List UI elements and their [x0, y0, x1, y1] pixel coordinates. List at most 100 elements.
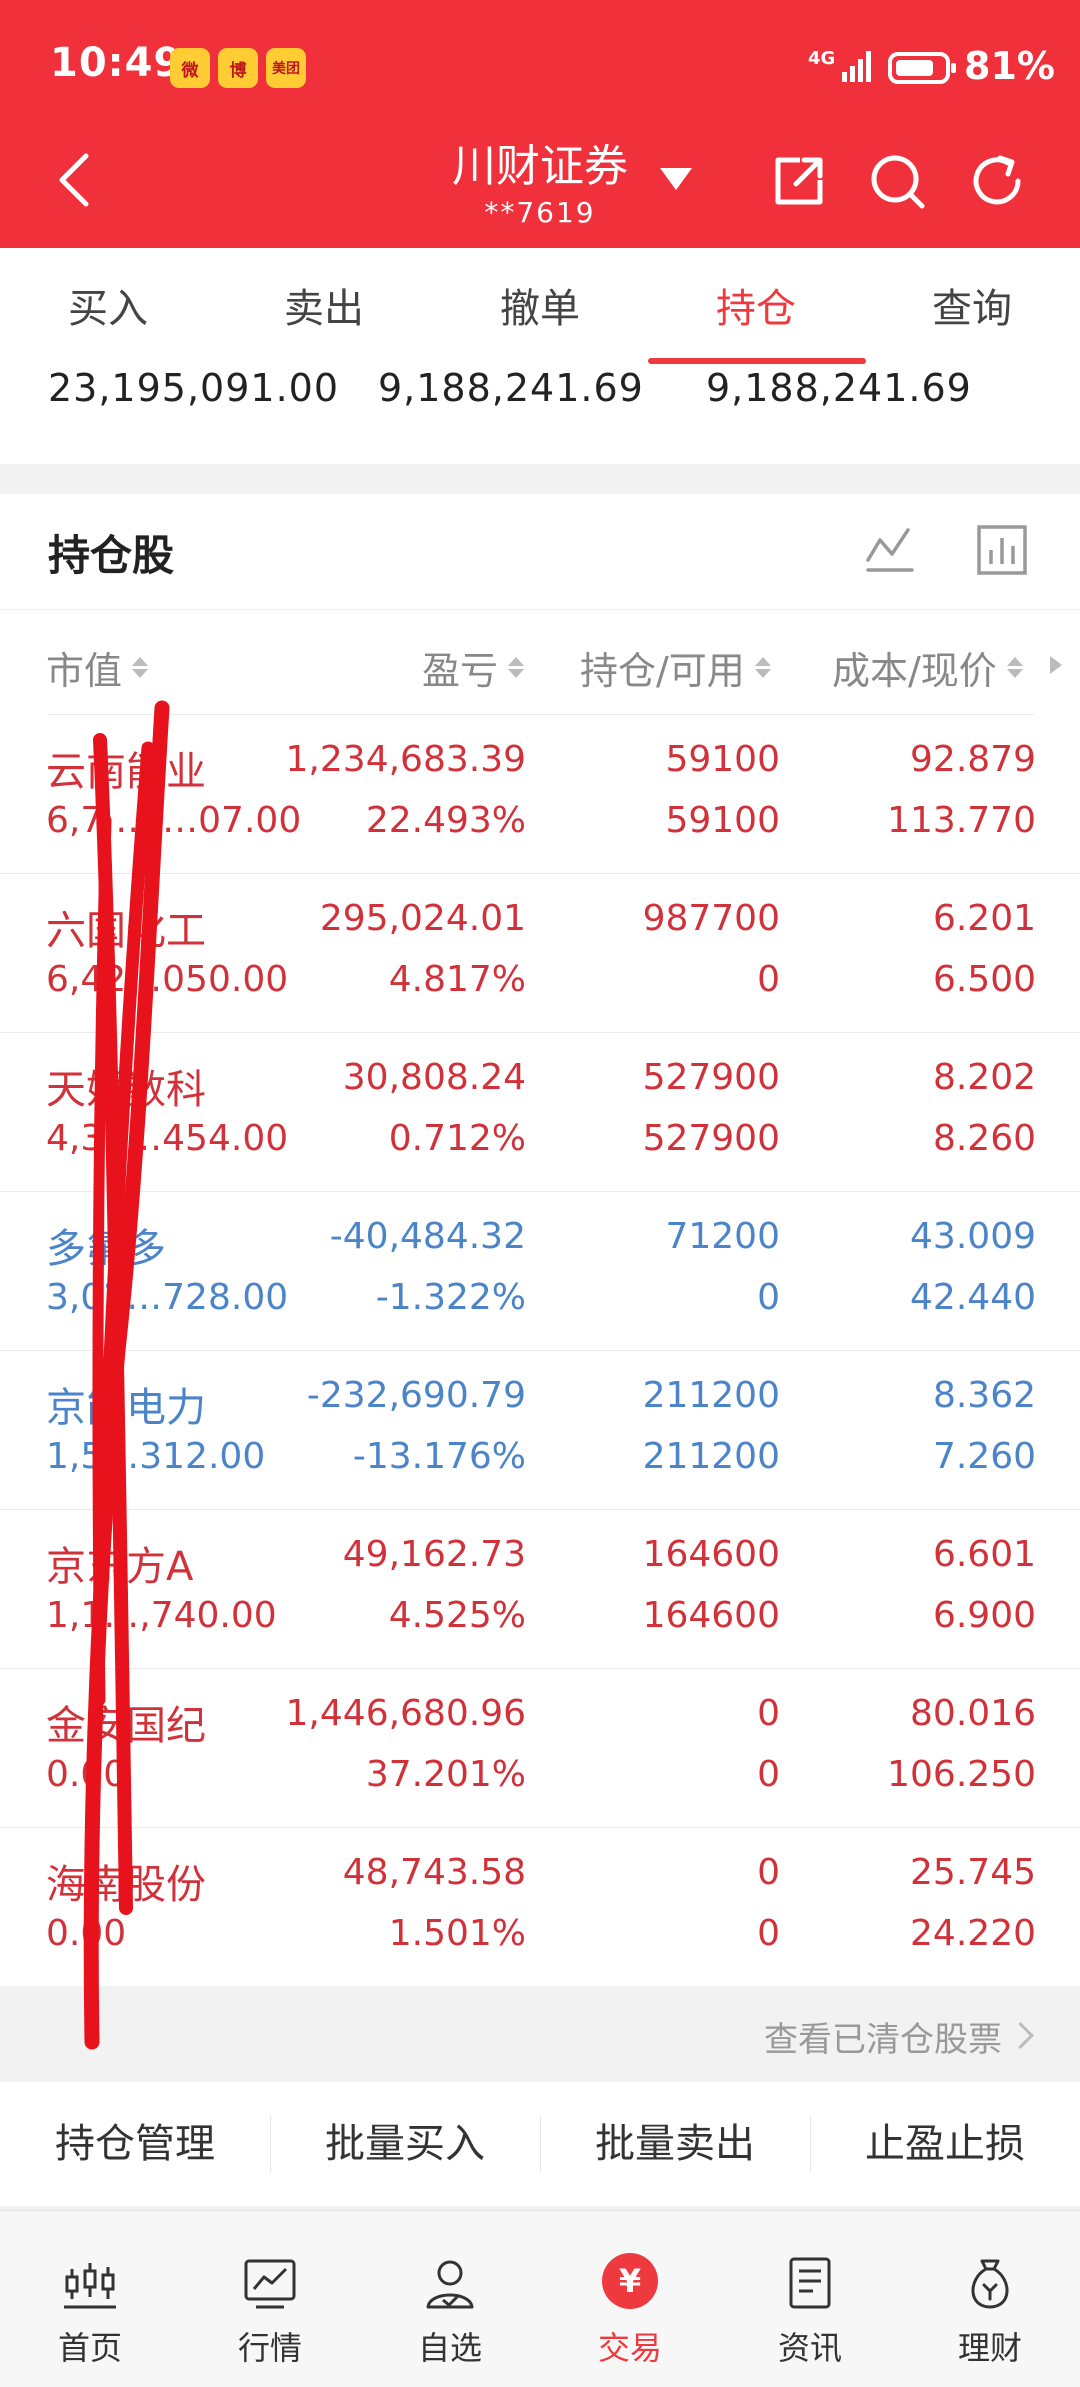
available-qty: 211200	[642, 1436, 780, 1477]
table-row[interactable]: 天娱数科 4,36…454.00 30,808.24 0.712% 527900 5279…	[0, 1033, 1080, 1192]
holding-qty: 164600	[642, 1534, 780, 1575]
search-icon[interactable]	[868, 152, 926, 210]
pnl-amount: 1,446,680.96	[285, 1693, 526, 1734]
pnl-percent: 4.817%	[388, 959, 526, 1000]
meituan-icon: 美团	[266, 48, 306, 88]
nav-label: 行情	[237, 2329, 302, 2367]
market-value: 1,5…312.00	[46, 1436, 266, 1477]
pnl-percent: 1.501%	[388, 1913, 526, 1954]
position-manage-button[interactable]: 持仓管理	[0, 2082, 270, 2206]
column-label: 成本/现价	[832, 649, 997, 693]
cost-price: 43.009	[910, 1216, 1036, 1257]
market-value: 4,36…454.00	[46, 1118, 289, 1159]
status-time: 10:49	[50, 40, 183, 86]
holding-qty: 0	[757, 1693, 780, 1734]
batch-sell-button[interactable]: 批量卖出	[540, 2082, 810, 2206]
refresh-icon[interactable]	[968, 152, 1026, 210]
tab-positions[interactable]: 持仓	[676, 276, 836, 334]
stock-name: 天娱数科	[46, 1067, 206, 1113]
column-holding-available[interactable]: 持仓/可用	[580, 640, 771, 695]
network-type: 4G	[808, 48, 836, 69]
tab-cancel[interactable]: 撤单	[460, 276, 620, 334]
cleared-stocks-row[interactable]: 查看已清仓股票	[0, 1986, 1080, 2082]
holding-qty: 59100	[665, 739, 780, 780]
table-row[interactable]: 京东方A 1,1…,740.00 49,162.73 4.525% 164600 1646…	[0, 1510, 1080, 1669]
available-qty: 0	[757, 1277, 780, 1318]
stock-name: 金安国纪	[46, 1703, 206, 1749]
available-qty: 0	[757, 1754, 780, 1795]
available-qty: 527900	[642, 1118, 780, 1159]
dropdown-caret-icon[interactable]	[660, 168, 692, 190]
tab-buy[interactable]: 买入	[28, 276, 188, 334]
asset-summary: 23,195,091.00 9,188,241.69 9,188,241.69	[0, 366, 1080, 464]
stock-name: 六国化工	[46, 908, 206, 954]
column-market-value[interactable]: 市值	[46, 640, 149, 695]
stock-name: 多氟多	[46, 1226, 166, 1272]
withdrawable-funds-value: 9,188,241.69	[706, 366, 972, 410]
pnl-amount: 295,024.01	[319, 898, 526, 939]
current-price: 113.770	[887, 800, 1036, 841]
available-qty: 0	[757, 959, 780, 1000]
nav-label: 首页	[57, 2329, 122, 2367]
available-qty: 59100	[665, 800, 780, 841]
cost-price: 92.879	[910, 739, 1036, 780]
table-row[interactable]: 云南能业 6,7…3…07.00 1,234,683.39 22.493% 59100 5…	[0, 715, 1080, 874]
market-value: 6,42…050.00	[46, 959, 289, 1000]
batch-buy-button[interactable]: 批量买入	[270, 2082, 540, 2206]
cleared-stocks-link[interactable]: 查看已清仓股票	[764, 2012, 1002, 2061]
active-tab-indicator	[648, 358, 866, 364]
current-price: 6.500	[932, 959, 1036, 1000]
holding-qty: 527900	[642, 1057, 780, 1098]
table-row[interactable]: 京能电力 1,5…312.00 -232,690.79 -13.176% 211200 2…	[0, 1351, 1080, 1510]
table-row[interactable]: 金安国纪 0.00 1,446,680.96 37.201% 0 0 80.016 106.2…	[0, 1669, 1080, 1828]
holdings-title: 持仓股	[48, 531, 175, 580]
bar-chart-icon[interactable]	[976, 524, 1028, 576]
cost-price: 80.016	[910, 1693, 1036, 1734]
current-price: 7.260	[932, 1436, 1036, 1477]
scroll-right-icon[interactable]	[1050, 656, 1062, 674]
person-check-icon	[426, 2260, 474, 2309]
pnl-amount: 30,808.24	[342, 1057, 526, 1098]
nav-news[interactable]: 资讯	[720, 2211, 900, 2387]
column-label: 市值	[46, 649, 123, 693]
nav-watchlist[interactable]: 自选	[360, 2211, 540, 2387]
table-row[interactable]: 多氟多 3,02…728.00 -40,484.32 -1.322% 71200 0 43.…	[0, 1192, 1080, 1351]
battery-percent: 81%	[964, 44, 1055, 88]
candlestick-icon	[64, 2263, 116, 2309]
column-label: 持仓/可用	[580, 649, 745, 693]
nav-home[interactable]: 首页	[0, 2211, 180, 2387]
share-icon[interactable]	[770, 152, 828, 210]
nav-market[interactable]: 行情	[180, 2211, 360, 2387]
market-value: 0.00	[46, 1913, 127, 1954]
column-cost-price[interactable]: 成本/现价	[832, 640, 1023, 695]
stock-name: 京能电力	[46, 1385, 206, 1431]
cost-price: 8.202	[932, 1057, 1036, 1098]
current-price: 6.900	[932, 1595, 1036, 1636]
cost-price: 6.601	[932, 1534, 1036, 1575]
weibo-icon: 博	[218, 48, 258, 88]
pnl-percent: 4.525%	[388, 1595, 526, 1636]
available-qty: 0	[757, 1913, 780, 1954]
current-price: 106.250	[887, 1754, 1036, 1795]
nav-wealth[interactable]: 理财	[900, 2211, 1080, 2387]
nav-label: 理财	[957, 2329, 1022, 2367]
table-row[interactable]: 海南股份 0.00 48,743.58 1.501% 0 0 25.745 24.220	[0, 1828, 1080, 1986]
pnl-amount: 1,234,683.39	[285, 739, 526, 780]
sort-icon	[754, 657, 771, 678]
nav-label: 资讯	[777, 2329, 842, 2367]
tab-sell[interactable]: 卖出	[244, 276, 404, 334]
nav-trade[interactable]: ¥ 交易	[540, 2211, 720, 2387]
position-actions: 持仓管理 批量买入 批量卖出 止盈止损	[0, 2082, 1080, 2206]
column-pnl[interactable]: 盈亏	[422, 640, 525, 695]
take-profit-stop-loss-button[interactable]: 止盈止损	[810, 2082, 1080, 2206]
signal-icon	[842, 51, 871, 82]
holdings-panel: 持仓股 市值 盈亏 持仓/可用 成本/现价 云南能业 6,7…3…07.00 1,2…	[0, 494, 1080, 1986]
column-label: 盈亏	[422, 649, 499, 693]
line-chart-icon[interactable]	[864, 524, 916, 576]
table-row[interactable]: 六国化工 6,42…050.00 295,024.01 4.817% 987700 0 6.…	[0, 874, 1080, 1033]
pnl-percent: -1.322%	[375, 1277, 526, 1318]
nav-label: 交易	[597, 2329, 662, 2367]
weibo-icon: 微	[170, 48, 210, 88]
holdings-list: 云南能业 6,7…3…07.00 1,234,683.39 22.493% 59100 5…	[0, 715, 1080, 1986]
tab-query[interactable]: 查询	[892, 276, 1052, 334]
